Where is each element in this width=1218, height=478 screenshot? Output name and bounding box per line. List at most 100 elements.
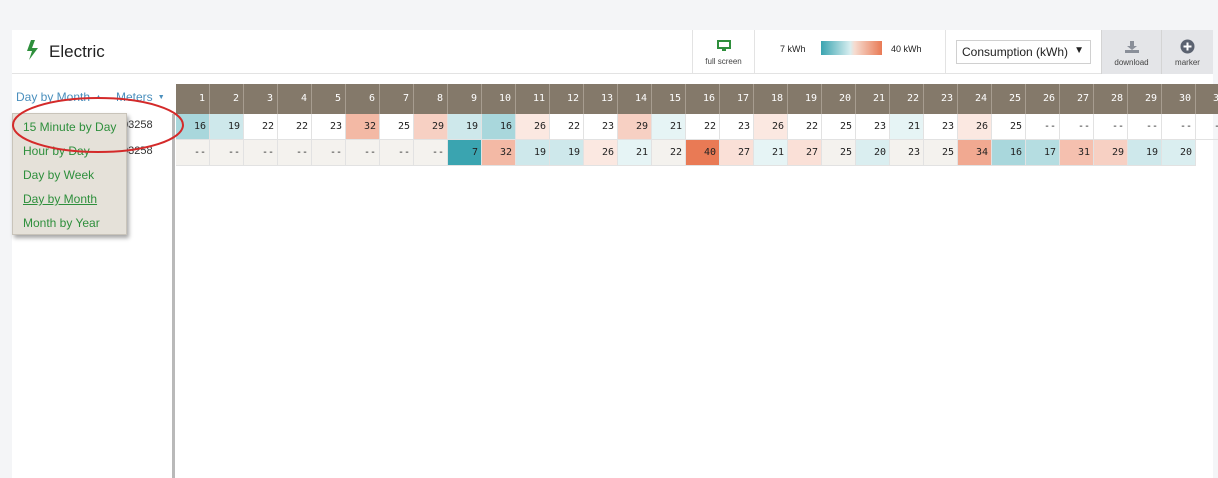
grid-cell[interactable]: 22 [652,140,686,166]
panel-header: Electric full screen 7 kWh 40 kWh Consum… [12,30,1213,74]
grid-cell[interactable]: 19 [448,114,482,140]
grid-cell[interactable]: 22 [244,114,278,140]
menu-item-day-by-month[interactable]: Day by Month [23,192,97,206]
day-column-header: 14 [618,84,652,114]
day-column-header: 24 [958,84,992,114]
grid-cell[interactable]: 21 [890,114,924,140]
grid-cell[interactable]: -- [244,140,278,166]
dropdown-caret-icon: ▼ [1074,45,1084,56]
grid-cell[interactable]: 19 [516,140,550,166]
day-column-header: 20 [822,84,856,114]
electric-panel: Electric full screen 7 kWh 40 kWh Consum… [12,30,1218,478]
grid-cell[interactable]: 7 [448,140,482,166]
grid-cell[interactable]: 19 [1128,140,1162,166]
grid-cell[interactable]: 26 [754,114,788,140]
grid-cell[interactable]: -- [1128,114,1162,140]
grid-cell[interactable]: 21 [652,114,686,140]
day-column-header: 8 [414,84,448,114]
menu-item-day-by-week[interactable]: Day by Week [23,168,94,182]
metric-select-value: Consumption (kWh) [962,45,1069,59]
fullscreen-label: full screen [705,57,742,66]
download-button[interactable]: download [1101,30,1161,74]
grid-cell[interactable]: 29 [618,114,652,140]
divider [754,30,755,74]
grid-cell[interactable]: 16 [992,140,1026,166]
grid-cell[interactable]: -- [1026,114,1060,140]
grid-cell[interactable]: 23 [720,114,754,140]
grid-cell[interactable]: -- [1196,114,1218,140]
grid-cell[interactable]: 23 [312,114,346,140]
grid-cell[interactable]: 31 [1060,140,1094,166]
grid-cell[interactable]: 25 [992,114,1026,140]
legend-min-label: 7 kWh [780,44,806,54]
grid-cell[interactable]: 22 [686,114,720,140]
grid-cell[interactable]: -- [346,140,380,166]
plus-circle-icon [1180,39,1195,54]
metric-select[interactable]: Consumption (kWh) ▼ [956,40,1091,64]
grid-cell[interactable]: 32 [346,114,380,140]
fullscreen-button[interactable]: full screen [693,30,754,74]
day-column-header: 28 [1094,84,1128,114]
day-column-header: 22 [890,84,924,114]
day-column-header: 17 [720,84,754,114]
grid-cell[interactable]: 26 [584,140,618,166]
day-column-header: 27 [1060,84,1094,114]
grid-cell[interactable]: 22 [278,114,312,140]
page-title: Electric [49,42,105,61]
grid-cell[interactable]: 26 [516,114,550,140]
grid-cell[interactable]: 22 [550,114,584,140]
grid-cell[interactable]: 40 [686,140,720,166]
grid-cell[interactable]: -- [210,140,244,166]
grid-cell[interactable]: 20 [856,140,890,166]
grid-cell[interactable]: 19 [210,114,244,140]
grid-cell[interactable]: 34 [958,140,992,166]
grid-cell[interactable]: 25 [822,114,856,140]
grid-cell[interactable]: 25 [822,140,856,166]
divider [945,30,946,74]
grid-cell[interactable]: -- [1060,114,1094,140]
grid-cell[interactable]: 20 [1162,140,1196,166]
grid-cell[interactable]: -- [1162,114,1196,140]
day-column-header: 2 [210,84,244,114]
grid-cell[interactable]: -- [380,140,414,166]
marker-label: marker [1175,58,1200,67]
grid-cell[interactable]: 32 [482,140,516,166]
menu-item-month-by-year[interactable]: Month by Year [23,216,100,230]
download-icon [1125,41,1139,53]
day-column-header: 11 [516,84,550,114]
red-ellipse-annotation [12,97,184,153]
day-column-header: 31 [1196,84,1218,114]
grid-cell[interactable]: -- [1094,114,1128,140]
grid-cell[interactable]: 23 [890,140,924,166]
grid-cell[interactable]: 19 [550,140,584,166]
grid-cell[interactable]: 17 [1026,140,1060,166]
day-column-header: 9 [448,84,482,114]
grid-cell[interactable]: -- [312,140,346,166]
grid-cell[interactable]: 29 [414,114,448,140]
grid-cell[interactable]: 27 [788,140,822,166]
grid-cell[interactable]: 22 [788,114,822,140]
grid-cell[interactable]: 26 [958,114,992,140]
color-legend-bar [821,41,882,55]
grid-cell[interactable]: 23 [584,114,618,140]
grid-cell[interactable]: 25 [380,114,414,140]
grid-cell[interactable]: 25 [924,140,958,166]
day-column-header: 4 [278,84,312,114]
grid-cell[interactable]: 23 [924,114,958,140]
grid-cell[interactable]: 27 [720,140,754,166]
grid-cell[interactable]: 21 [754,140,788,166]
marker-button[interactable]: marker [1161,30,1213,74]
day-column-header: 19 [788,84,822,114]
day-column-header: 29 [1128,84,1162,114]
grid-cell[interactable]: 29 [1094,140,1128,166]
grid-cell[interactable]: 23 [856,114,890,140]
legend-max-label: 40 kWh [891,44,922,54]
grid-cell[interactable]: 16 [482,114,516,140]
day-column-header: 3 [244,84,278,114]
day-column-header: 21 [856,84,890,114]
grid-cell[interactable]: -- [278,140,312,166]
grid-cell[interactable]: -- [414,140,448,166]
grid-cell[interactable]: 21 [618,140,652,166]
day-column-header: 18 [754,84,788,114]
day-column-header: 25 [992,84,1026,114]
